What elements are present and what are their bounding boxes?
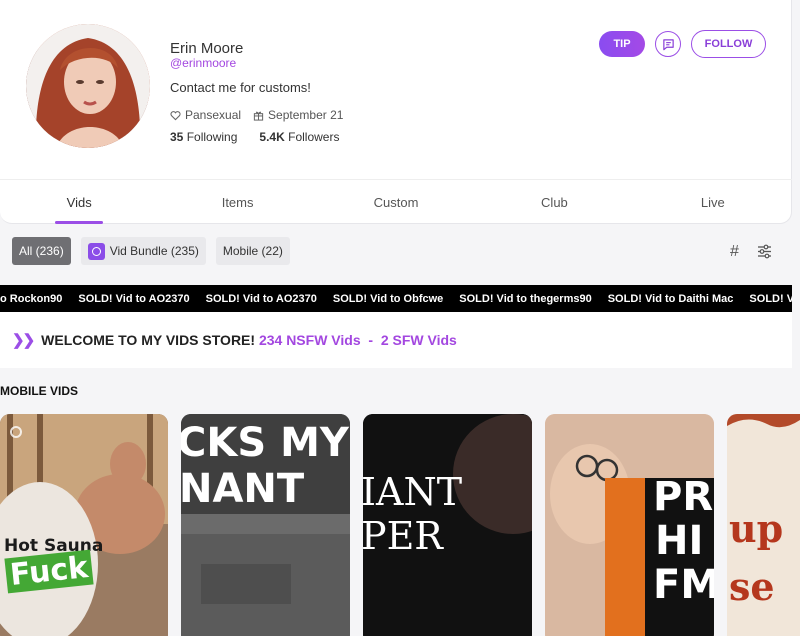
section-title: MOBILE VIDS (0, 384, 79, 398)
followers-count: 5.4K (259, 130, 285, 144)
profile-meta: Pansexual September 21 (170, 108, 343, 122)
profile-tabs: Vids Items Custom Club Live (0, 179, 792, 224)
profile-handle[interactable]: @erinmoore (170, 56, 236, 70)
tab-club[interactable]: Club (475, 180, 633, 224)
ticker-item: SOLD! Vid to Obfcwe (332, 292, 444, 305)
tab-items[interactable]: Items (158, 180, 316, 224)
tab-live[interactable]: Live (634, 180, 792, 224)
filter-bundle-label: Vid Bundle (235) (109, 244, 199, 258)
bundle-icon (87, 242, 105, 260)
heart-icon (170, 110, 181, 120)
ticker-item: SOLD! Vid to thegerms90 (459, 292, 592, 305)
thumbnail-title: FM (653, 562, 714, 608)
tab-vids[interactable]: Vids (0, 180, 158, 224)
message-button[interactable] (655, 31, 681, 57)
ticker-item: SOLD! Vid to AO2370 (205, 292, 317, 305)
tab-custom[interactable]: Custom (317, 180, 475, 224)
sfw-count-link[interactable]: 2 SFW Vids (381, 332, 457, 348)
birthday: September 21 (253, 108, 343, 122)
double-chevron-icon: ❯❯ (12, 332, 35, 349)
profile-bio: Contact me for customs! (170, 80, 311, 95)
following-label: Following (186, 130, 238, 144)
thumbnail-title: HI (655, 518, 704, 564)
thumbnail-title: PER (363, 514, 443, 558)
welcome-banner: ❯❯ WELCOME TO MY VIDS STORE! 234 NSFW Vi… (0, 312, 792, 368)
profile-name: Erin Moore (170, 40, 244, 57)
follow-button[interactable]: FOLLOW (691, 30, 766, 58)
video-thumbnail[interactable]: CKS MY NANT (181, 414, 350, 636)
profile-stats: 35 Following 5.4K Followers (170, 130, 339, 144)
ticker-item: o Rockon90 (0, 292, 63, 305)
nsfw-count-link[interactable]: 234 NSFW Vids (259, 332, 361, 348)
video-thumbnail[interactable]: Hot Sauna Fuck (0, 414, 168, 636)
ticker-item: SOLD! Vi (749, 292, 792, 305)
following-stat[interactable]: 35 Following (170, 130, 237, 144)
separator: - (368, 332, 374, 348)
hashtag-icon[interactable]: # (730, 244, 745, 260)
sales-ticker: o Rockon90 SOLD! Vid to AO2370 SOLD! Vid… (0, 285, 792, 312)
gift-icon (253, 111, 264, 121)
chat-icon (662, 38, 674, 50)
filter-mobile[interactable]: Mobile (22) (215, 237, 290, 265)
avatar[interactable] (26, 24, 150, 148)
ticker-item: SOLD! Vid to AO2370 (78, 292, 190, 305)
filter-sliders-icon[interactable] (757, 244, 772, 259)
thumbnail-title: se (729, 564, 775, 609)
thumbnail-title: CKS MY (181, 420, 349, 466)
orientation: Pansexual (170, 108, 241, 122)
following-count: 35 (170, 130, 184, 144)
followers-label: Followers (288, 130, 340, 144)
filter-all[interactable]: All (236) (12, 237, 71, 265)
tip-button[interactable]: TIP (599, 31, 645, 57)
birthday-label: September 21 (268, 108, 344, 122)
ticker-item: SOLD! Vid to Daithi Mac (607, 292, 734, 305)
thumbnail-title: up (729, 506, 784, 551)
video-thumbnail[interactable]: IANT PER (363, 414, 532, 636)
video-thumbnail[interactable]: up se (727, 414, 800, 636)
video-thumbnail[interactable]: PR HI FM (545, 414, 714, 636)
filter-bundle[interactable]: Vid Bundle (235) (80, 237, 206, 265)
profile-card: Erin Moore @erinmoore Contact me for cus… (0, 0, 792, 224)
thumbnail-title: PR (653, 474, 714, 520)
zoom-icon (10, 426, 22, 438)
thumbnail-title: NANT (181, 466, 305, 512)
orientation-label: Pansexual (185, 108, 242, 122)
thumbnail-title: IANT (363, 470, 463, 514)
filter-bar: All (236) Vid Bundle (235) Mobile (22) (12, 237, 290, 265)
followers-stat[interactable]: 5.4K Followers (259, 130, 339, 144)
welcome-text: WELCOME TO MY VIDS STORE! (41, 332, 256, 348)
